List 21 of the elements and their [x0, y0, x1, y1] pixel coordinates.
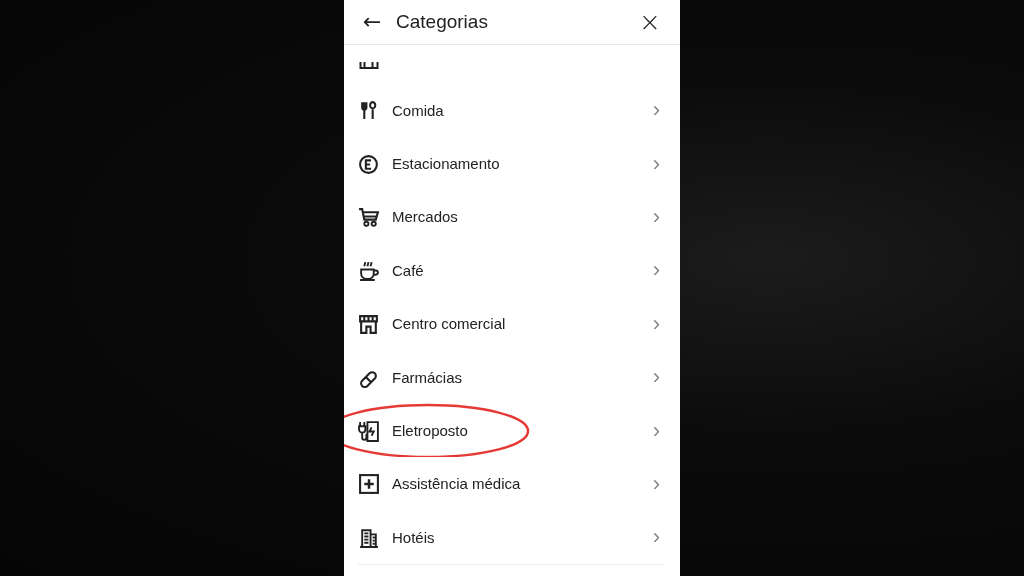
category-icon	[358, 312, 380, 335]
chevron-icon: ›	[652, 310, 660, 337]
category-icon	[358, 526, 380, 549]
chevron-icon: ›	[652, 257, 660, 284]
chevron-icon: ›	[652, 364, 660, 391]
category-icon	[358, 61, 380, 70]
chevron-icon: ›	[652, 417, 660, 444]
close-button[interactable]: ×	[638, 9, 662, 35]
screen-title: Categorias	[396, 11, 489, 33]
chevron-icon: ›	[652, 203, 660, 230]
chevron-icon: ›	[652, 97, 660, 124]
category-icon	[358, 419, 380, 442]
chevron-icon: ›	[652, 470, 660, 497]
category-item[interactable]: Hotéis ›	[358, 510, 664, 565]
category-icon	[358, 152, 380, 175]
chevron-icon: ›	[652, 524, 660, 551]
category-icon	[358, 205, 380, 228]
chevron-icon: ›	[652, 150, 660, 177]
back-button[interactable]: ←	[360, 11, 384, 33]
category-icon	[358, 472, 380, 495]
category-icon	[358, 259, 380, 282]
